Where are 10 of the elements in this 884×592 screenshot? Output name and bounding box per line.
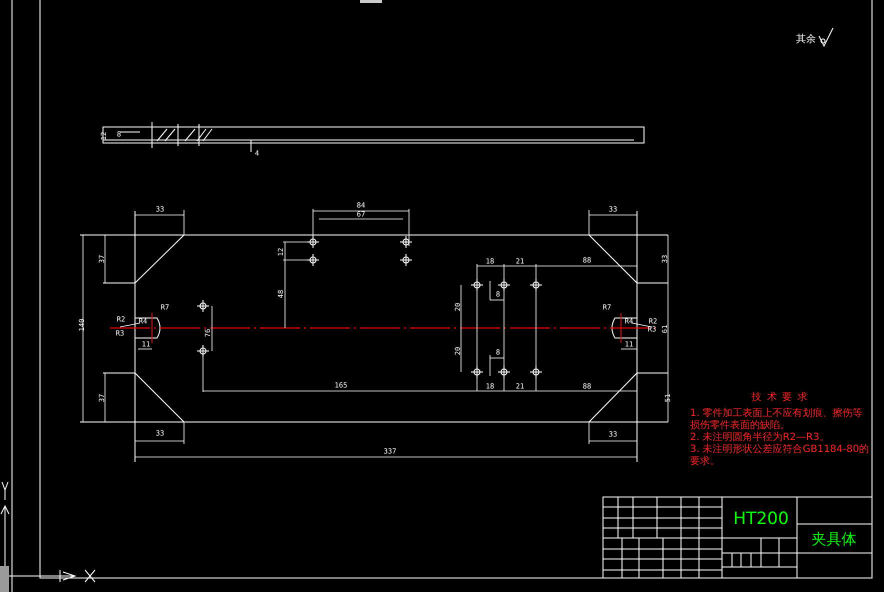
tech-requirement-text: 2. 未注明圆角半径为R2—R3。 [690, 432, 830, 444]
scrollbar-thumb[interactable] [360, 0, 382, 3]
roughness-symbol-icon [818, 28, 834, 48]
tech-requirement-text: 1. 零件加工表面上不应有划痕、擦伤等损伤零件表面的缺陷。 [690, 408, 864, 432]
part-name-text: 夹具体 [812, 530, 856, 548]
material-text: HT200 [733, 509, 789, 529]
roughness-label: 其余 [796, 32, 816, 46]
panel-edge [0, 566, 9, 592]
tech-requirements-title: 技 术 要 求 [750, 392, 810, 404]
tech-requirement-text: 3. 未注明形状公差应符合GB1184-80的要求。 [690, 444, 870, 468]
